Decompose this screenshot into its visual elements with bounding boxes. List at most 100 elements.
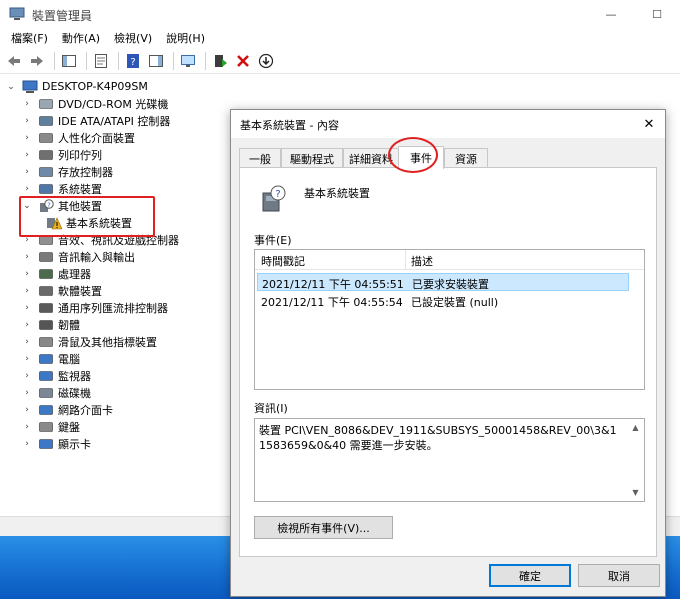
expand-chevron-icon[interactable]: › (22, 418, 32, 435)
expand-chevron-icon[interactable]: › (22, 282, 32, 299)
expand-chevron-icon[interactable]: › (22, 265, 32, 282)
minimize-icon: — (605, 7, 617, 21)
action-pane-icon (149, 54, 163, 67)
tree-item-keyboard[interactable]: › 鍵盤 (22, 418, 80, 435)
tree-item-computer[interactable]: › 電腦 (22, 350, 80, 367)
toolbar-separator (54, 51, 55, 70)
expand-chevron-icon[interactable]: › (22, 435, 32, 452)
expand-chevron-icon[interactable]: › (22, 112, 32, 129)
tab-driver-label: 驅動程式 (290, 152, 334, 166)
computer-root-icon (22, 80, 38, 94)
software-device-icon (38, 284, 54, 298)
tree-item-hid[interactable]: › 人性化介面裝置 (22, 129, 135, 146)
tab-resources[interactable]: 資源 (444, 148, 488, 168)
tree-item-disk-drive[interactable]: › 磁碟機 (22, 384, 91, 401)
menu-help[interactable]: 說明(H) (159, 30, 212, 46)
tree-item-label: 磁碟機 (58, 386, 91, 400)
tree-item-label: 顯示卡 (58, 437, 91, 451)
ide-controller-icon (38, 114, 54, 128)
tree-item-monitor[interactable]: › 監視器 (22, 367, 91, 384)
minimize-button[interactable]: — (588, 0, 634, 28)
tree-item-system-device[interactable]: › 系統裝置 (22, 180, 102, 197)
expand-chevron-icon[interactable]: › (22, 248, 32, 265)
menu-bar: 檔案(F) 動作(A) 檢視(V) 說明(H) (0, 28, 680, 48)
usb-icon (38, 301, 54, 315)
console-tree-button[interactable] (59, 51, 79, 71)
scroll-down-icon[interactable]: ▼ (627, 484, 644, 501)
tree-item-display-adapter[interactable]: › 顯示卡 (22, 435, 91, 452)
tree-item-software-device[interactable]: › 軟體裝置 (22, 282, 102, 299)
information-textbox[interactable]: 裝置 PCI\VEN_8086&DEV_1911&SUBSYS_50001458… (254, 418, 645, 502)
disable-button[interactable] (256, 51, 276, 71)
column-timestamp[interactable]: 時間戳記 (261, 253, 305, 269)
properties-button[interactable] (91, 51, 111, 71)
update-driver-button[interactable] (210, 51, 230, 71)
dvd-icon (38, 97, 54, 111)
highlight-other-devices (19, 196, 155, 237)
tab-driver[interactable]: 驅動程式 (281, 148, 343, 168)
scroll-up-icon[interactable]: ▲ (627, 419, 644, 436)
forward-button[interactable] (27, 51, 47, 71)
tab-general[interactable]: 一般 (239, 148, 281, 168)
uninstall-button[interactable] (233, 51, 253, 71)
tree-item-label: 列印佇列 (58, 148, 102, 162)
view-all-events-button[interactable]: 檢視所有事件(V)... (254, 516, 393, 539)
menu-view[interactable]: 檢視(V) (107, 30, 159, 46)
tree-item-ide-controller[interactable]: › IDE ATA/ATAPI 控制器 (22, 112, 170, 129)
device-manager-app-icon (9, 7, 25, 20)
column-description[interactable]: 描述 (411, 253, 433, 269)
help-button[interactable]: ? (123, 51, 143, 71)
expand-chevron-icon[interactable]: › (22, 316, 32, 333)
tree-item-audio-io[interactable]: › 音訊輸入與輸出 (22, 248, 135, 265)
tree-item-label: IDE ATA/ATAPI 控制器 (58, 114, 171, 128)
events-list[interactable]: 時間戳記 描述 2021/12/11 下午 04:55:51 已要求安裝裝置 2… (254, 249, 645, 390)
hid-icon (38, 131, 54, 145)
expand-chevron-icon[interactable]: › (22, 333, 32, 350)
information-scrollbar[interactable]: ▲ ▼ (627, 419, 644, 501)
printer-icon (38, 148, 54, 162)
expand-chevron-icon[interactable]: › (22, 299, 32, 316)
back-button[interactable] (4, 51, 24, 71)
tree-item-label: 電腦 (58, 352, 80, 366)
expand-chevron-icon[interactable]: › (22, 95, 32, 112)
maximize-button[interactable]: ☐ (634, 0, 680, 28)
toolbar-separator (86, 51, 87, 70)
expand-chevron-icon[interactable]: › (22, 350, 32, 367)
menu-action[interactable]: 動作(A) (55, 30, 107, 46)
tree-item-storage-controller[interactable]: › 存放控制器 (22, 163, 113, 180)
svg-text:?: ? (275, 189, 280, 200)
event-row[interactable]: 2021/12/11 下午 04:55:51 已要求安裝裝置 (257, 273, 629, 291)
menu-file[interactable]: 檔案(F) (4, 30, 55, 46)
expand-chevron-icon[interactable]: › (22, 129, 32, 146)
title-bar: 裝置管理員 — ☐ (0, 0, 680, 28)
expand-chevron-icon[interactable]: › (22, 180, 32, 197)
ok-button[interactable]: 確定 (489, 564, 571, 587)
tree-item-usb[interactable]: › 通用序列匯流排控制器 (22, 299, 168, 316)
expand-chevron-icon[interactable]: › (22, 146, 32, 163)
tree-item-network-adapter[interactable]: › 網路介面卡 (22, 401, 113, 418)
tree-item-firmware[interactable]: › 韌體 (22, 316, 80, 333)
display-adapter-icon (38, 437, 54, 451)
scan-hardware-button[interactable] (178, 51, 198, 71)
expand-chevron-icon[interactable]: › (22, 367, 32, 384)
expand-chevron-icon[interactable]: › (22, 401, 32, 418)
cancel-button[interactable]: 取消 (578, 564, 660, 587)
maximize-icon: ☐ (652, 7, 662, 21)
column-divider (405, 250, 406, 270)
event-description: 已設定裝置 (null) (411, 296, 499, 309)
tree-item-dvd[interactable]: › DVD/CD-ROM 光碟機 (22, 95, 168, 112)
tree-root[interactable]: ⌄ DESKTOP-K4P09SM (6, 78, 148, 95)
tab-general-label: 一般 (249, 152, 271, 166)
tree-item-processor[interactable]: › 處理器 (22, 265, 91, 282)
expand-chevron-icon[interactable]: › (22, 384, 32, 401)
collapse-chevron-icon[interactable]: ⌄ (6, 78, 16, 95)
information-text: 裝置 PCI\VEN_8086&DEV_1911&SUBSYS_50001458… (259, 424, 617, 452)
tree-item-printer[interactable]: › 列印佇列 (22, 146, 102, 163)
tree-item-mouse[interactable]: › 滑鼠及其他指標裝置 (22, 333, 157, 350)
close-icon: ✕ (643, 116, 655, 132)
firmware-icon (38, 318, 54, 332)
event-row[interactable]: 2021/12/11 下午 04:55:54 已設定裝置 (null) (257, 292, 629, 310)
dialog-close-button[interactable]: ✕ (639, 114, 659, 134)
action-pane-button[interactable] (146, 51, 166, 71)
expand-chevron-icon[interactable]: › (22, 163, 32, 180)
